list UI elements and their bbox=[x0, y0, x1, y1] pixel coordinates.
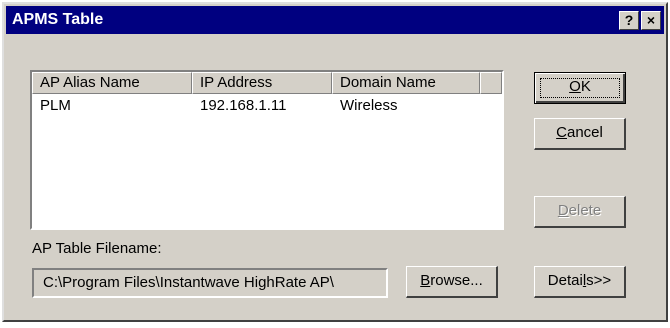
column-header-domain-name[interactable]: Domain Name bbox=[332, 72, 480, 94]
cell-alias: PLM bbox=[40, 97, 71, 114]
list-header: AP Alias Name IP Address Domain Name bbox=[32, 72, 502, 94]
filename-label: AP Table Filename: bbox=[32, 240, 162, 257]
filename-field[interactable]: C:\Program Files\Instantwave HighRate AP… bbox=[32, 268, 388, 298]
list-row[interactable]: PLM 192.168.1.11 Wireless bbox=[32, 96, 502, 118]
delete-accelerator: D bbox=[557, 202, 569, 219]
ok-button[interactable]: OK bbox=[534, 72, 626, 104]
delete-button[interactable]: Delete bbox=[534, 196, 626, 228]
cancel-button[interactable]: Cancel bbox=[534, 118, 626, 150]
column-header-ip-address[interactable]: IP Address bbox=[192, 72, 332, 94]
details-label-start: Detai bbox=[547, 272, 583, 289]
focus-rectangle bbox=[540, 78, 620, 98]
apms-table-dialog: APMS Table ? × AP Alias Name IP Address … bbox=[2, 2, 668, 322]
column-header-ap-alias-name[interactable]: AP Alias Name bbox=[32, 72, 192, 94]
help-icon[interactable]: ? bbox=[619, 11, 639, 30]
cell-domain: Wireless bbox=[340, 97, 398, 114]
browse-label: rowse... bbox=[430, 272, 483, 289]
cancel-accelerator: C bbox=[556, 124, 567, 141]
browse-accelerator: B bbox=[420, 272, 431, 289]
ap-list-view[interactable]: AP Alias Name IP Address Domain Name PLM… bbox=[30, 70, 504, 230]
browse-button[interactable]: Browse... bbox=[406, 266, 498, 298]
details-button[interactable]: Details>> bbox=[534, 266, 626, 298]
cell-ip-address: 192.168.1.11 bbox=[200, 97, 287, 114]
cancel-label: ancel bbox=[566, 124, 603, 141]
delete-label: elete bbox=[568, 202, 602, 219]
window-title: APMS Table bbox=[12, 11, 104, 28]
close-icon[interactable]: × bbox=[641, 11, 661, 30]
title-bar: APMS Table ? × bbox=[6, 6, 664, 34]
details-label-end: s>> bbox=[586, 272, 612, 289]
column-header-empty bbox=[480, 72, 502, 94]
